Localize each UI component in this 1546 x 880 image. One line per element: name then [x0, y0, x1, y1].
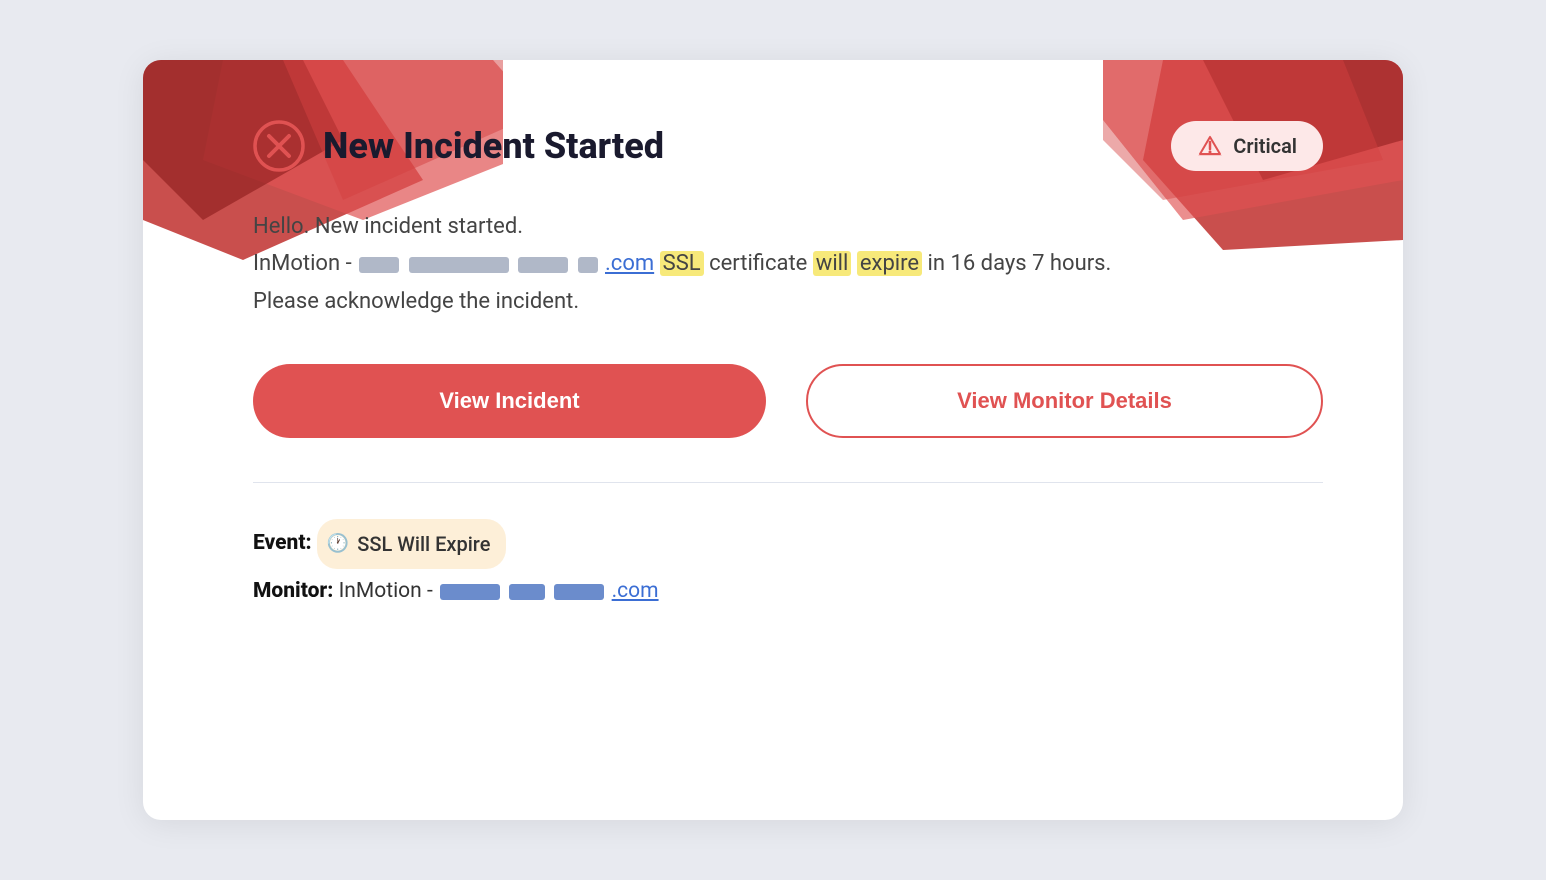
critical-badge: Critical: [1171, 121, 1323, 171]
message-line1: Hello. New incident started.: [253, 208, 1323, 245]
view-incident-button[interactable]: View Incident: [253, 364, 766, 438]
event-value: SSL Will Expire: [357, 523, 490, 565]
notification-card: New Incident Started Critical Hello. New…: [143, 60, 1403, 820]
message-block: Hello. New incident started. InMotion - …: [253, 208, 1323, 320]
incident-title: New Incident Started: [323, 125, 664, 167]
expire-highlight: expire: [857, 251, 922, 276]
event-label: Event:: [253, 531, 312, 555]
message-line3: Please acknowledge the incident.: [253, 283, 1323, 320]
critical-label: Critical: [1233, 134, 1297, 158]
details-block: Event: 🕐 SSL Will Expire Monitor: InMoti…: [253, 519, 1323, 613]
monitor-link[interactable]: .com: [612, 579, 659, 603]
monitor-text: InMotion - .com: [339, 579, 659, 603]
message-prefix: InMotion -: [253, 251, 357, 276]
view-monitor-details-button[interactable]: View Monitor Details: [806, 364, 1323, 438]
message-ssl: SSL certificate: [660, 251, 813, 276]
event-badge: 🕐 SSL Will Expire: [317, 519, 507, 569]
monitor-redacted-3: [554, 584, 604, 600]
message-suffix: in 16 days 7 hours.: [928, 251, 1112, 276]
buttons-row: View Incident View Monitor Details: [253, 364, 1323, 438]
title-group: New Incident Started: [253, 120, 664, 172]
redacted-4: [578, 257, 598, 273]
redacted-1: [359, 257, 399, 273]
will-highlight: will: [813, 251, 852, 276]
redacted-2: [409, 257, 509, 273]
message-line2: InMotion - .com SSL certificate will exp…: [253, 245, 1323, 282]
divider: [253, 482, 1323, 483]
clock-icon: 🕐: [327, 525, 349, 563]
header-row: New Incident Started Critical: [253, 120, 1323, 172]
event-row: Event: 🕐 SSL Will Expire: [253, 519, 1323, 569]
monitor-redacted-2: [509, 584, 545, 600]
monitor-row: Monitor: InMotion - .com: [253, 569, 1323, 613]
redacted-3: [518, 257, 568, 273]
monitor-redacted-1: [440, 584, 500, 600]
incident-icon: [253, 120, 305, 172]
monitor-label: Monitor:: [253, 579, 333, 603]
domain-link[interactable]: .com: [605, 251, 654, 276]
monitor-prefix: InMotion -: [339, 579, 438, 603]
ssl-highlight: SSL: [660, 251, 704, 276]
warning-icon: [1197, 133, 1223, 159]
